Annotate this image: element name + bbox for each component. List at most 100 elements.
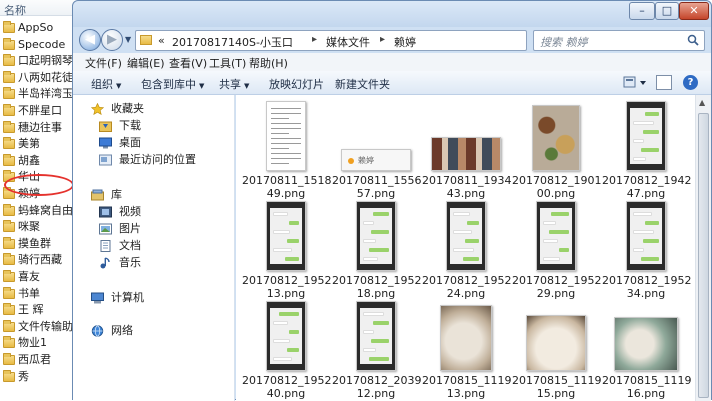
folder-label: 王 辉 (18, 303, 44, 317)
file-item[interactable]: 20170812_1952 13.png (242, 199, 331, 300)
chat-bubble (453, 248, 474, 252)
chat-bubble (465, 239, 479, 243)
title-bar[interactable]: – □ ✕ (73, 1, 711, 27)
file-item[interactable]: 20170815_1119 13.png (422, 299, 511, 400)
library-label: 文档 (119, 239, 141, 252)
address-bar[interactable]: « 20170817140S-小玉口 ▸ 媒体文件 ▸ 赖婷 ▼ ↻ (135, 30, 583, 51)
file-item[interactable]: 20170812_1901 00.png (512, 99, 601, 200)
folder-label: Specode (18, 37, 66, 51)
chat-bubble (273, 357, 292, 361)
menu-edit[interactable]: 编辑(E) (127, 55, 165, 71)
background-folder-item[interactable]: 口起明钢琴 (0, 52, 78, 70)
chat-bubble (373, 212, 389, 216)
file-item[interactable]: 赖婷 20170811_1556 57.png (332, 99, 421, 200)
search-icon[interactable] (687, 34, 699, 46)
network-label: 网络 (111, 324, 133, 337)
folder-label: 穗边往事 (18, 120, 62, 134)
slideshow-button[interactable]: 放映幻灯片 (269, 76, 324, 92)
background-folder-item[interactable]: 穗边往事 (0, 119, 78, 137)
new-folder-button[interactable]: 新建文件夹 (335, 76, 390, 92)
menu-tools[interactable]: 工具(T) (209, 55, 246, 71)
back-button[interactable]: ◀ (79, 29, 101, 51)
background-folder-item[interactable]: AppSo (0, 19, 78, 37)
background-folder-item[interactable]: 胡鑫 (0, 152, 78, 170)
file-thumbnail (440, 305, 492, 371)
computer-label: 计算机 (111, 291, 144, 304)
folder-icon (140, 35, 152, 45)
breadcrumb-separator-icon[interactable]: ▸ (312, 34, 317, 45)
background-folder-item[interactable]: 骑行西藏 (0, 251, 78, 269)
share-button[interactable]: 共享 ▼ (219, 76, 249, 92)
folder-icon (3, 369, 15, 382)
breadcrumb-current[interactable]: 赖婷 (394, 34, 416, 50)
recent-places-icon (99, 154, 112, 166)
maximize-button[interactable]: □ (655, 2, 679, 20)
file-item[interactable]: 20170812_1952 29.png (512, 199, 602, 300)
file-item[interactable]: 20170812_1952 34.png (602, 199, 691, 300)
folder-icon (3, 37, 15, 50)
file-item[interactable]: 20170812_1952 24.png (422, 199, 511, 300)
folder-icon (3, 236, 15, 249)
close-button[interactable]: ✕ (679, 2, 709, 20)
help-icon[interactable]: ? (683, 75, 698, 90)
file-item[interactable]: 20170812_1952 18.png (332, 199, 422, 300)
phone-screen (360, 208, 392, 264)
breadcrumb-overflow[interactable]: « (158, 34, 165, 47)
folder-icon (3, 87, 15, 100)
breadcrumb-root[interactable]: 20170817140S-小玉口 (172, 34, 293, 50)
background-folder-item[interactable]: 物业1 (0, 334, 78, 352)
organize-button[interactable]: 组织 ▼ (91, 76, 121, 92)
folder-label: 骑行西藏 (18, 253, 62, 267)
background-folder-item[interactable]: 不胖星口 (0, 102, 78, 120)
chat-bubble (363, 330, 374, 334)
file-name: 20170812_1952 (332, 274, 422, 287)
file-item[interactable]: 20170811_1518 49.png (242, 99, 331, 200)
videos-icon (99, 206, 112, 218)
background-folder-item[interactable]: 秀 (0, 368, 78, 386)
file-item[interactable]: 20170812_2039 12.png (332, 299, 421, 400)
file-item[interactable]: 20170812_1942 47.png (602, 99, 691, 200)
background-folder-item[interactable]: 半岛祥湾玉 (0, 85, 78, 103)
menu-file[interactable]: 文件(F) (85, 55, 122, 71)
breadcrumb-separator-icon[interactable]: ▸ (380, 34, 385, 45)
menu-help[interactable]: 帮助(H) (249, 55, 288, 71)
background-folder-item[interactable]: 书单 (0, 285, 78, 303)
background-folder-item[interactable]: Specode (0, 36, 78, 54)
file-item[interactable]: 20170815_1119 16.png (602, 299, 691, 400)
background-folder-item[interactable]: 摸鱼群 (0, 235, 78, 253)
chat-bubble (453, 212, 470, 216)
chat-bubble (371, 339, 389, 343)
change-view-icon[interactable] (623, 75, 649, 90)
file-item[interactable]: 20170811_1934 43.png (422, 99, 511, 200)
breadcrumb-media[interactable]: 媒体文件 (326, 34, 370, 50)
folder-label: AppSo (18, 21, 54, 34)
file-name: 20170812_1952 (512, 274, 602, 287)
menu-view[interactable]: 查看(V) (169, 55, 207, 71)
minimize-button[interactable]: – (629, 2, 655, 20)
file-item[interactable]: 20170812_1952 40.png (242, 299, 331, 400)
chat-bubble (549, 230, 569, 234)
file-item[interactable]: 20170815_1119 15.png (512, 299, 601, 400)
recent-pages-dropdown-icon[interactable]: ▼ (125, 35, 131, 44)
background-folder-item[interactable]: 咪聚 (0, 218, 78, 236)
scroll-up-icon[interactable]: ▲ (699, 98, 705, 107)
background-folder-item[interactable]: 八两如花徒 (0, 69, 78, 87)
vertical-scrollbar[interactable]: ▲ (695, 95, 711, 401)
search-input[interactable]: 搜索 赖婷 (533, 30, 705, 51)
file-thumbnail (266, 201, 306, 271)
forward-button[interactable]: ▶ (101, 29, 123, 51)
include-in-library-button[interactable]: 包含到库中 ▼ (141, 76, 204, 92)
background-folder-item[interactable]: 王 辉 (0, 301, 78, 319)
chat-bubble (643, 130, 659, 134)
scroll-thumb[interactable] (698, 113, 709, 398)
folder-label: 不胖星口 (18, 104, 62, 117)
background-folder-item[interactable]: 文件传输助 (0, 318, 78, 336)
background-folder-item[interactable]: 西瓜君 (0, 351, 78, 369)
preview-pane-icon[interactable] (656, 75, 672, 90)
name-column-header[interactable]: 名称 (0, 0, 78, 17)
file-thumbnail (532, 105, 580, 171)
background-folder-item[interactable]: 美第 (0, 135, 78, 153)
folder-label: 文件传输助 (18, 319, 73, 333)
folder-icon (3, 319, 15, 332)
background-folder-item[interactable]: 喜友 (0, 268, 78, 286)
